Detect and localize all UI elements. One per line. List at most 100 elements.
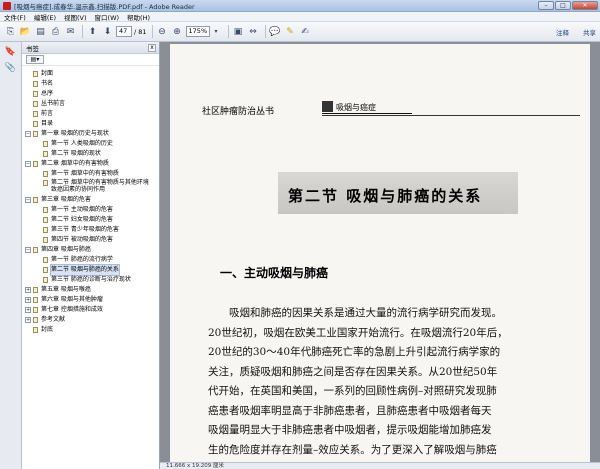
bookmark-item[interactable]: 第一节 肺癌的流行病学 xyxy=(22,255,159,265)
bookmark-item[interactable]: 第二节 烟草中的有害物质与其他环境致癌因素的协同作用 xyxy=(22,179,159,195)
bookmark-label: 第一节 人类吸烟的历史 xyxy=(51,140,113,147)
expand-icon[interactable]: + xyxy=(25,317,31,323)
share-tab[interactable]: 共享 xyxy=(583,27,596,37)
bookmark-label: 第四章 吸烟与肺癌 xyxy=(41,246,91,253)
bookmark-item[interactable]: 封面 xyxy=(22,69,159,79)
bookmark-item[interactable]: 总序 xyxy=(22,89,159,99)
bookmark-item[interactable]: − 第一章 吸烟的历史与现状 xyxy=(22,129,159,139)
bookmark-item[interactable]: 第一节 主动吸烟的危害 xyxy=(22,205,159,215)
fit-width-icon[interactable]: ⇔ xyxy=(247,25,260,38)
bookmark-item[interactable]: 第一节 人类吸烟的历史 xyxy=(22,139,159,149)
bookmark-item[interactable]: 第一节 烟草中的有害物质 xyxy=(22,169,159,179)
bookmark-label: 第三章 吸烟的危害 xyxy=(41,196,91,203)
bookmark-label: 第二节 吸烟的现状 xyxy=(51,150,101,157)
bookmark-item[interactable]: 目录 xyxy=(22,119,159,129)
fit-page-icon[interactable]: ▣ xyxy=(232,25,245,38)
zoom-out-icon[interactable]: ⊖ xyxy=(156,25,169,38)
minimize-button[interactable]: – xyxy=(538,1,554,10)
bookmark-item[interactable]: 书名 xyxy=(22,79,159,89)
options-dropdown-icon[interactable]: ▤▾ xyxy=(26,55,44,64)
comment-icon[interactable]: 💬 xyxy=(269,25,282,38)
previous-page-icon[interactable]: ⬆ xyxy=(86,25,99,38)
bookmark-item[interactable]: 第三节 青少年吸烟的危害 xyxy=(22,225,159,235)
collapse-icon[interactable]: − xyxy=(25,131,31,137)
bookmark-item[interactable]: 第二节 妇女吸烟的危害 xyxy=(22,215,159,225)
bookmark-page-icon xyxy=(43,227,48,233)
body-line: 关注，质疑吸烟和肺癌之间是否存在因果关系。从20世纪50年 xyxy=(208,365,498,378)
bookmark-item[interactable]: 第四节 被动吸烟的危害 xyxy=(22,235,159,245)
bookmark-item[interactable]: − 第二章 烟草中的有害物质 xyxy=(22,159,159,169)
bookmark-item[interactable]: 前言 xyxy=(22,109,159,119)
close-button[interactable]: ✕ xyxy=(572,1,598,10)
body-line: 吸烟和肺癌的因果关系是通过大量的流行病学研究而发现。 xyxy=(229,307,502,319)
menu-view[interactable]: 视图(V) xyxy=(64,12,87,22)
bookmark-item[interactable]: 第三节 肺癌的诊断与治疗现状 xyxy=(22,275,159,285)
highlight-icon[interactable]: ✎ xyxy=(284,25,297,38)
bookmark-item[interactable]: + 参考文献 xyxy=(22,315,159,325)
document-area[interactable]: 社区肿瘤防治丛书 吸烟与癌症 第二节 吸烟与肺癌的关系 一、主动吸烟与肺癌 吸烟… xyxy=(160,42,600,469)
toolbar-divider xyxy=(264,25,266,38)
bookmark-item[interactable]: − 第四章 吸烟与肺癌 xyxy=(22,245,159,255)
bookmark-page-icon xyxy=(33,317,38,323)
bookmark-item[interactable]: 丛书前言 xyxy=(22,99,159,109)
page-number-input[interactable]: 47 xyxy=(116,26,132,37)
bookmark-item[interactable]: 第二节 吸烟与肺癌的关系 xyxy=(22,264,159,276)
collapse-icon[interactable]: − xyxy=(25,197,31,203)
adobe-reader-icon xyxy=(3,1,11,10)
expand-icon[interactable]: + xyxy=(25,287,31,293)
bookmark-page-icon xyxy=(33,161,38,167)
email-icon[interactable]: ✉ xyxy=(64,25,77,38)
menu-edit[interactable]: 编辑(E) xyxy=(34,12,56,22)
expand-icon[interactable]: + xyxy=(25,297,31,303)
toolbar-divider xyxy=(227,25,229,38)
bookmark-item[interactable]: 第二节 吸烟的现状 xyxy=(22,149,159,159)
page-size-bar: 11.666 x 19.209 厘米 xyxy=(160,462,600,469)
bookmark-label: 第一节 主动吸烟的危害 xyxy=(51,206,113,213)
bookmark-label: 目录 xyxy=(41,120,54,127)
bookmark-page-icon xyxy=(33,307,38,313)
body-line: 生的危险度并存在剂量–效应关系。为了更深入了解吸烟与肺癌 xyxy=(208,443,497,456)
menu-help[interactable]: 帮助(H) xyxy=(127,12,150,22)
bookmark-item[interactable]: 封底 xyxy=(22,325,159,335)
bookmark-label: 第一节 烟草中的有害物质 xyxy=(51,170,119,177)
next-page-icon[interactable]: ⬇ xyxy=(101,25,114,38)
toolbar-right: 注释 共享 xyxy=(556,27,596,37)
open-icon[interactable]: 📂 xyxy=(19,25,32,38)
menu-file[interactable]: 文件(F) xyxy=(4,12,26,22)
bookmark-page-icon xyxy=(33,327,38,333)
zoom-dropdown-icon[interactable]: ▾ xyxy=(210,25,223,38)
maximize-button[interactable]: □ xyxy=(555,1,571,10)
bookmark-item[interactable]: + 第五章 吸烟与喉癌 xyxy=(22,285,159,295)
bookmark-page-icon xyxy=(43,237,48,243)
bookmark-page-icon xyxy=(43,217,48,223)
zoom-input[interactable]: 175% xyxy=(185,26,210,37)
bookmark-label: 第二节 吸烟与肺癌的关系 xyxy=(50,264,120,276)
expand-icon[interactable]: + xyxy=(25,307,31,313)
bookmark-page-icon xyxy=(33,81,38,87)
menu-window[interactable]: 窗口(W) xyxy=(95,12,120,22)
sign-icon[interactable]: ✍ xyxy=(299,25,312,38)
close-pane-button[interactable]: x xyxy=(148,44,156,52)
bookmark-label: 第五章 吸烟与喉癌 xyxy=(41,286,91,293)
toolbar: ⎘ 📂 ▤ ⎙ ✉ ⬆ ⬇ 47 / 81 ⊖ ⊕ 175% ▾ ▣ ⇔ 💬 ✎… xyxy=(0,22,600,42)
bookmark-item[interactable]: + 第六章 吸烟与其他肿瘤 xyxy=(22,295,159,305)
attachment-icon[interactable]: 📎 xyxy=(5,62,17,74)
bookmark-page-icon xyxy=(43,151,48,157)
bookmark-item[interactable]: − 第三章 吸烟的危害 xyxy=(22,195,159,205)
zoom-in-icon[interactable]: ⊕ xyxy=(171,25,184,38)
collapse-icon[interactable]: − xyxy=(25,247,31,253)
bookmark-label: 第二章 烟草中的有害物质 xyxy=(41,160,109,167)
print-icon[interactable]: ⎙ xyxy=(49,25,62,38)
save-icon[interactable]: ▤ xyxy=(34,25,47,38)
create-pdf-icon[interactable]: ⎘ xyxy=(4,25,17,38)
bookmark-icon[interactable]: 🔖 xyxy=(5,46,17,58)
comment-tab[interactable]: 注释 xyxy=(556,27,569,37)
bookmark-label: 封面 xyxy=(41,70,54,77)
collapse-icon[interactable]: − xyxy=(25,161,31,167)
bookmark-item[interactable]: + 第七章 控烟措施和成效 xyxy=(22,305,159,315)
bookmark-page-icon xyxy=(43,207,48,213)
